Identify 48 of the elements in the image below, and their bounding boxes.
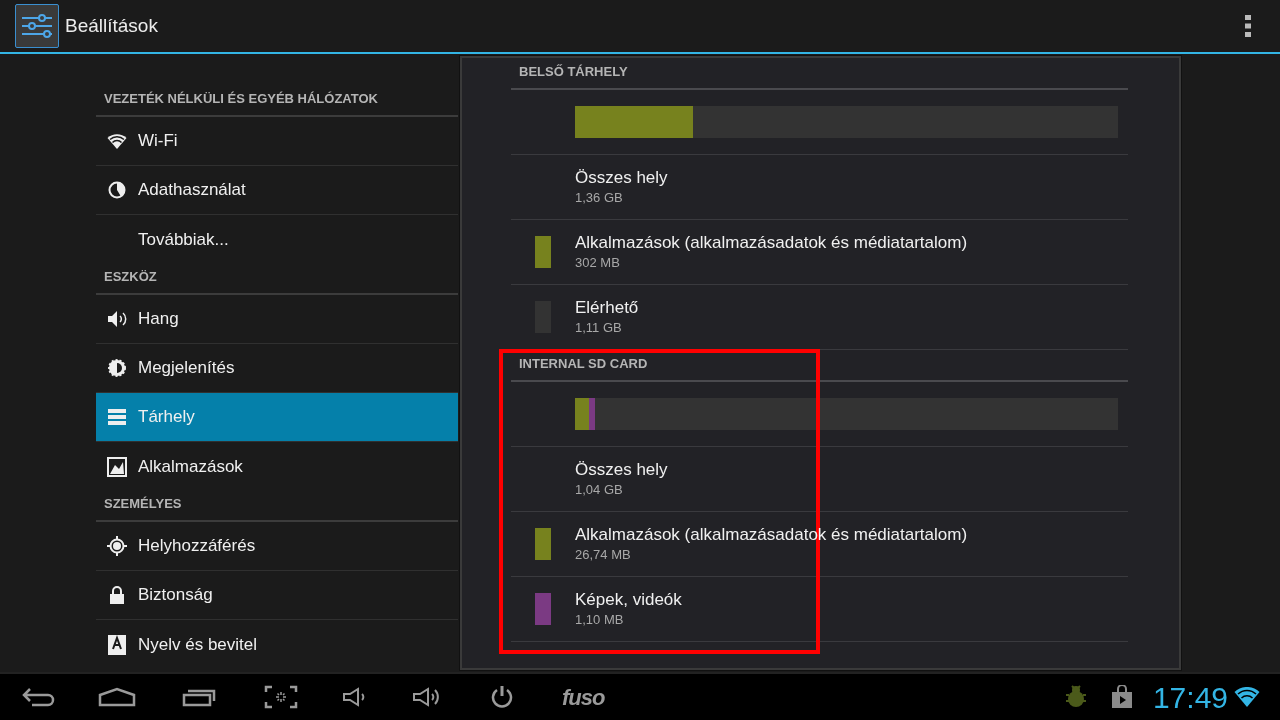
settings-menu-item[interactable]: Helyhozzáférés bbox=[96, 522, 458, 571]
wifi-icon bbox=[107, 133, 127, 149]
wifi-signal-icon bbox=[1234, 687, 1260, 707]
storage-item-size: 1,36 GB bbox=[575, 189, 624, 207]
screen-title: Beállítások bbox=[65, 13, 158, 38]
storage-item-title: Összes hely bbox=[575, 459, 668, 481]
storage-item-title: Elérhető bbox=[575, 297, 639, 319]
section-header: SZEMÉLYES bbox=[104, 494, 182, 513]
location-target-icon bbox=[107, 536, 127, 556]
picture-frame-icon bbox=[107, 456, 127, 477]
overflow-menu-icon[interactable] bbox=[1245, 15, 1251, 37]
shopping-bag-icon[interactable] bbox=[1110, 685, 1133, 709]
section-header: ESZKÖZ bbox=[104, 267, 157, 286]
section-header: INTERNAL SD CARD bbox=[519, 354, 648, 373]
storage-item-title: Alkalmazások (alkalmazásadatok és médiatartalom) bbox=[575, 232, 968, 254]
storage-item-size: 1,11 GB bbox=[575, 319, 623, 337]
brightness-icon bbox=[107, 358, 127, 378]
storage-item-size: 26,74 MB bbox=[575, 546, 632, 564]
bug-icon[interactable] bbox=[1064, 685, 1087, 709]
lock-icon bbox=[109, 586, 125, 604]
home-icon[interactable] bbox=[98, 687, 136, 707]
storage-item-title: Összes hely bbox=[575, 167, 668, 189]
settings-menu-item[interactable]: Alkalmazások bbox=[96, 442, 458, 491]
settings-menu-item[interactable]: Továbbiak... bbox=[96, 215, 458, 264]
settings-menu-item[interactable]: Tárhely bbox=[96, 393, 458, 442]
settings-app-icon[interactable] bbox=[15, 4, 59, 48]
brand-shortcut[interactable]: fuso bbox=[562, 680, 605, 714]
recent-apps-icon[interactable] bbox=[182, 687, 216, 707]
storage-item-size: 302 MB bbox=[575, 254, 621, 272]
section-header: BELSŐ TÁRHELY bbox=[519, 62, 628, 81]
settings-menu-item[interactable]: Biztonság bbox=[96, 571, 458, 620]
pie-chart-icon bbox=[108, 181, 126, 199]
speaker-icon bbox=[107, 310, 127, 328]
keyboard-letter-icon bbox=[108, 634, 126, 655]
storage-icon bbox=[108, 409, 126, 425]
storage-item-title: Képek, videók bbox=[575, 589, 682, 611]
clock: 17:49 bbox=[1152, 679, 1228, 716]
back-icon[interactable] bbox=[22, 687, 56, 707]
volume-up-icon[interactable] bbox=[412, 685, 442, 709]
settings-menu-item[interactable]: Adathasználat bbox=[96, 166, 458, 215]
section-header: VEZETÉK NÉLKÜLI ÉS EGYÉB HÁLÓZATOK bbox=[104, 89, 378, 108]
storage-item-size: 1,10 MB bbox=[575, 611, 625, 629]
screenshot-icon[interactable] bbox=[264, 685, 298, 709]
storage-item-size: 1,04 GB bbox=[575, 481, 624, 499]
power-icon[interactable] bbox=[490, 685, 514, 709]
settings-menu-item[interactable]: Hang bbox=[96, 295, 458, 344]
settings-menu-item[interactable]: Nyelv és bevitel bbox=[96, 620, 458, 669]
settings-menu-item[interactable]: Wi-Fi bbox=[96, 117, 458, 166]
